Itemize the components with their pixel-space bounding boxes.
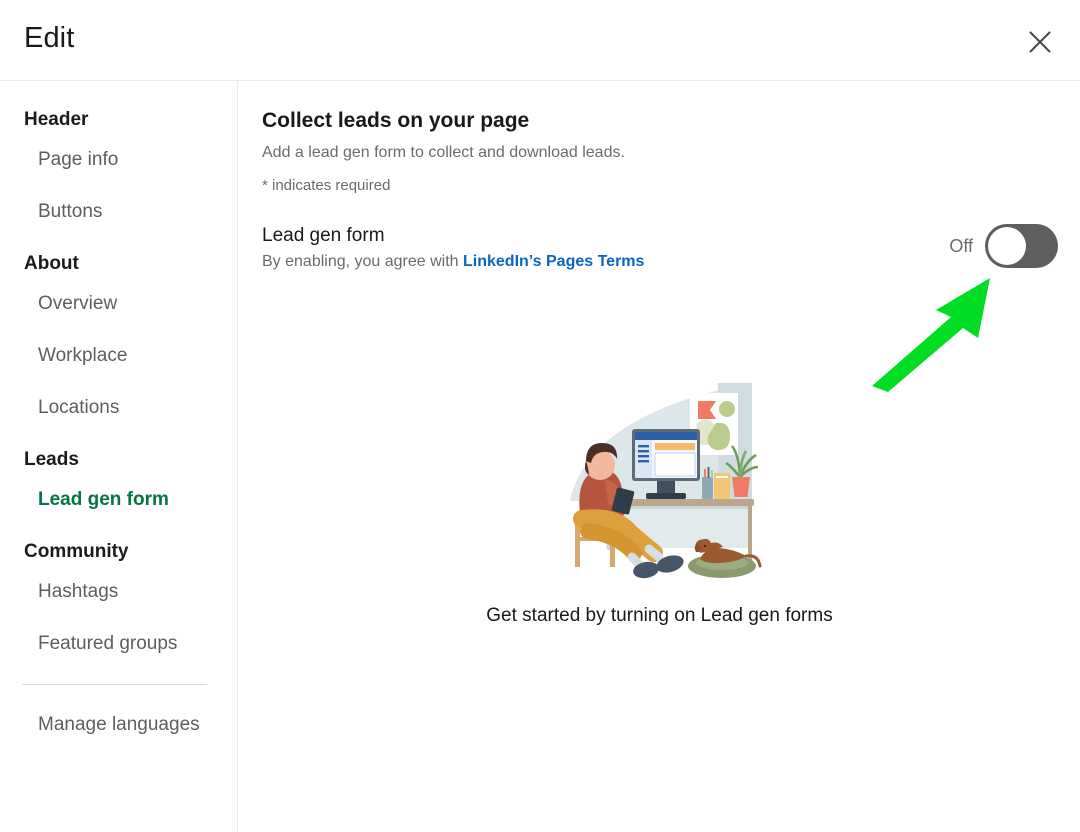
toggle-state-label: Off: [949, 235, 973, 256]
sidebar-item-lead-gen-form[interactable]: Lead gen form: [0, 488, 237, 512]
main-panel: Collect leads on your page Add a lead ge…: [239, 81, 1080, 832]
lead-gen-form-row: Lead gen form By enabling, you agree wit…: [262, 222, 1058, 274]
sidebar-divider: [22, 684, 207, 685]
sidebar-item-buttons[interactable]: Buttons: [0, 200, 237, 224]
terms-prefix: By enabling, you agree with: [262, 253, 464, 270]
edit-sidebar: Header Page info Buttons About Overview …: [0, 81, 238, 832]
sidebar-item-locations[interactable]: Locations: [0, 396, 237, 420]
page-title: Edit: [24, 22, 75, 54]
sidebar-group-title-leads: Leads: [24, 449, 79, 470]
main-subtitle: Add a lead gen form to collect and downl…: [262, 144, 625, 161]
edit-page-modal: Edit Header Page info Buttons About Over…: [0, 0, 1080, 832]
sidebar-item-hashtags[interactable]: Hashtags: [0, 580, 237, 604]
close-icon: [1026, 28, 1054, 56]
sidebar-group-title-community: Community: [24, 541, 129, 562]
sidebar-item-overview[interactable]: Overview: [0, 292, 237, 316]
sidebar-item-page-info[interactable]: Page info: [0, 148, 237, 172]
sidebar-item-workplace[interactable]: Workplace: [0, 344, 237, 368]
required-indicator-note: * indicates required: [262, 177, 391, 194]
sidebar-group-title-header: Header: [24, 109, 89, 130]
sidebar-section-community: Community Hashtags Featured groups: [0, 540, 237, 656]
lead-gen-form-toggle-group: Off: [949, 222, 1058, 268]
sidebar-section-header: Header Page info Buttons: [0, 108, 237, 224]
sidebar-item-manage-languages[interactable]: Manage languages: [0, 713, 237, 737]
terms-text: By enabling, you agree with LinkedIn’s P…: [262, 251, 644, 273]
sidebar-item-featured-groups[interactable]: Featured groups: [0, 632, 237, 656]
close-button[interactable]: [1020, 22, 1060, 62]
sidebar-section-leads: Leads Lead gen form: [0, 448, 237, 512]
sidebar-group-title-about: About: [24, 253, 79, 274]
lead-gen-form-label: Lead gen form: [262, 225, 385, 246]
sidebar-section-about: About Overview Workplace Locations: [0, 252, 237, 420]
toggle-knob: [988, 227, 1026, 265]
modal-titlebar: Edit: [0, 0, 1080, 81]
lead-gen-form-labels: Lead gen form By enabling, you agree wit…: [262, 222, 644, 273]
lead-gen-form-toggle[interactable]: [985, 224, 1058, 268]
main-heading: Collect leads on your page: [262, 109, 530, 132]
linkedin-pages-terms-link[interactable]: LinkedIn’s Pages Terms: [463, 253, 644, 270]
